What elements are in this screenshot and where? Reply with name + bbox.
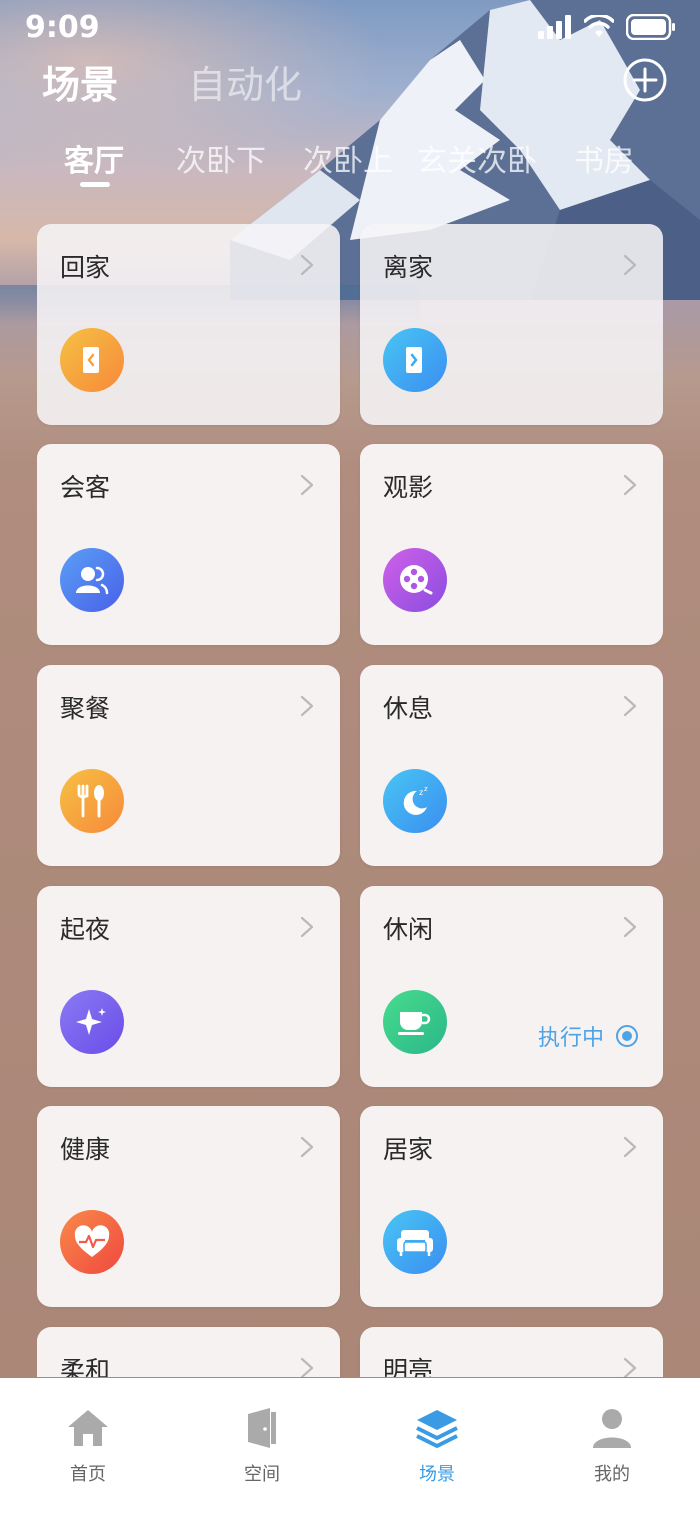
scene-card-leisure[interactable]: 休闲 执行中 xyxy=(360,886,663,1087)
scene-title: 会客 xyxy=(60,473,111,502)
room-tab-entrance-bedroom[interactable]: 玄关次卧 xyxy=(417,136,537,180)
scene-card-away[interactable]: 离家 xyxy=(360,224,663,425)
heart-pulse-icon xyxy=(60,1210,124,1274)
chevron-right-icon xyxy=(623,474,637,496)
room-tab-study[interactable]: 书房 xyxy=(574,136,634,180)
scene-card-health[interactable]: 健康 xyxy=(37,1106,340,1307)
layers-icon xyxy=(416,1410,458,1448)
scene-card-night[interactable]: 起夜 xyxy=(37,886,340,1087)
guests-icon xyxy=(60,548,124,612)
scene-title: 休闲 xyxy=(383,915,434,944)
scene-title: 起夜 xyxy=(60,915,111,944)
scene-card-dining[interactable]: 聚餐 xyxy=(37,665,340,866)
add-icon[interactable] xyxy=(623,58,667,102)
svg-text:z: z xyxy=(419,788,423,797)
scene-card-guests[interactable]: 会客 xyxy=(37,444,340,645)
nav-label: 首页 xyxy=(70,1464,106,1485)
status-bar: 9:09 xyxy=(0,0,700,54)
chevron-right-icon xyxy=(300,474,314,496)
chevron-right-icon xyxy=(300,695,314,717)
nav-item-profile[interactable]: 我的 xyxy=(552,1406,672,1486)
signal-icon xyxy=(538,15,571,39)
nav-label: 空间 xyxy=(244,1464,280,1485)
door-icon xyxy=(248,1408,276,1448)
bottom-nav: 首页 空间 场景 我的 xyxy=(0,1378,700,1515)
scene-title: 回家 xyxy=(60,253,111,282)
door-enter-icon xyxy=(60,328,124,392)
door-exit-icon xyxy=(383,328,447,392)
chevron-right-icon xyxy=(623,695,637,717)
scene-title: 柔和 xyxy=(60,1356,111,1377)
chevron-right-icon xyxy=(623,1357,637,1377)
room-tabs: 客厅 次卧下 次卧上 玄关次卧 书房 xyxy=(0,136,700,186)
fork-spoon-icon xyxy=(60,769,124,833)
scene-title: 休息 xyxy=(383,694,434,723)
tab-automation[interactable]: 自动化 xyxy=(188,54,302,109)
nav-item-space[interactable]: 空间 xyxy=(202,1406,322,1486)
chevron-right-icon xyxy=(300,1357,314,1377)
scene-card-soft[interactable]: 柔和 xyxy=(37,1327,340,1377)
chevron-right-icon xyxy=(623,254,637,276)
nav-label: 我的 xyxy=(594,1464,630,1485)
scene-running-status: 执行中 xyxy=(538,1020,638,1052)
scene-title: 居家 xyxy=(383,1135,434,1164)
nav-item-home[interactable]: 首页 xyxy=(28,1406,148,1486)
moon-sleep-icon: zz xyxy=(383,769,447,833)
chevron-right-icon xyxy=(623,1136,637,1158)
scene-card-bright[interactable]: 明亮 xyxy=(360,1327,663,1377)
sofa-icon xyxy=(383,1210,447,1274)
person-icon xyxy=(593,1409,631,1448)
chevron-right-icon xyxy=(300,916,314,938)
scene-title: 聚餐 xyxy=(60,694,111,723)
scene-title: 健康 xyxy=(60,1135,111,1164)
radio-selected-icon[interactable] xyxy=(616,1025,638,1047)
scene-title: 离家 xyxy=(383,253,434,282)
film-reel-icon xyxy=(383,548,447,612)
scene-card-rest[interactable]: 休息 zz xyxy=(360,665,663,866)
room-tab-second-bedroom-upper[interactable]: 次卧上 xyxy=(303,136,393,180)
svg-text:z: z xyxy=(424,785,428,793)
room-tab-second-bedroom-lower[interactable]: 次卧下 xyxy=(176,136,266,180)
tab-scenes[interactable]: 场景 xyxy=(42,54,118,109)
nav-item-scenes[interactable]: 场景 xyxy=(377,1406,497,1486)
scene-card-movie[interactable]: 观影 xyxy=(360,444,663,645)
room-tab-living[interactable]: 客厅 xyxy=(64,136,124,180)
scene-title: 明亮 xyxy=(383,1356,434,1377)
scene-card-at-home[interactable]: 居家 xyxy=(360,1106,663,1307)
status-time: 9:09 xyxy=(25,10,100,45)
chevron-right-icon xyxy=(623,916,637,938)
running-label: 执行中 xyxy=(537,1026,604,1051)
chevron-right-icon xyxy=(300,1136,314,1158)
room-tab-indicator xyxy=(80,182,110,187)
scene-card-home[interactable]: 回家 xyxy=(37,224,340,425)
wifi-icon xyxy=(584,15,614,37)
chevron-right-icon xyxy=(300,254,314,276)
coffee-cup-icon xyxy=(383,990,447,1054)
sparkle-icon xyxy=(60,990,124,1054)
home-icon xyxy=(68,1410,108,1446)
battery-icon xyxy=(626,14,675,40)
nav-label: 场景 xyxy=(419,1464,455,1485)
scene-title: 观影 xyxy=(383,473,434,502)
scene-grid: 回家 离家 会客 观影 聚餐 休息 z z 起夜 休闲 执行中 健康 居家 柔和… xyxy=(37,224,663,1377)
